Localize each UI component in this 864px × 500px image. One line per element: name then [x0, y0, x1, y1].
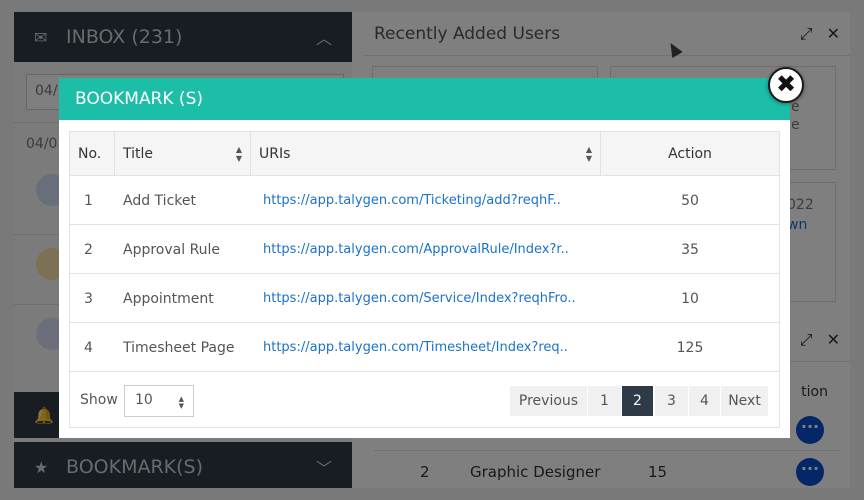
pagination-page-1[interactable]: 1: [588, 386, 622, 416]
column-header-uris[interactable]: URIs ▲ ▼: [251, 132, 601, 176]
row-title: Approval Rule: [123, 241, 221, 258]
row-action-count: 10: [681, 290, 699, 307]
row-number: 3: [84, 290, 93, 307]
column-header-title[interactable]: Title ▲ ▼: [115, 132, 251, 176]
page-size-select[interactable]: 10 ▲ ▼: [124, 385, 194, 417]
page-size-value: 10: [135, 392, 153, 408]
table-row: 1 Add Ticket https://app.talygen.com/Tic…: [70, 176, 779, 225]
pagination-previous-button[interactable]: Previous: [510, 386, 588, 416]
row-uri-link[interactable]: https://app.talygen.com/Ticketing/add?re…: [263, 176, 561, 225]
table-header: No. Title ▲ ▼ URIs ▲ ▼ Action: [70, 132, 779, 176]
column-header-label: URIs: [259, 146, 291, 162]
row-number: 1: [84, 192, 93, 209]
row-title: Timesheet Page: [123, 339, 235, 356]
column-header-action: Action: [601, 132, 779, 176]
row-uri-link[interactable]: https://app.talygen.com/Service/Index?re…: [263, 274, 576, 323]
row-action-count: 35: [681, 241, 699, 258]
row-uri-link[interactable]: https://app.talygen.com/ApprovalRule/Ind…: [263, 225, 569, 274]
select-arrows-icon: ▲ ▼: [178, 395, 184, 410]
modal-close-button[interactable]: ✖: [768, 67, 804, 103]
pagination-page-4[interactable]: 4: [689, 386, 721, 416]
bookmarks-modal: BOOKMARK (S) No. Title ▲ ▼ URIs ▲ ▼ Action…: [59, 78, 790, 438]
column-header-label: No.: [78, 146, 102, 162]
table-row: 4 Timesheet Page https://app.talygen.com…: [70, 323, 779, 372]
row-number: 4: [84, 339, 93, 356]
pagination-label: 2: [633, 393, 642, 409]
column-header-no[interactable]: No.: [70, 132, 115, 176]
row-title: Appointment: [123, 290, 214, 307]
pagination-page-2-active[interactable]: 2: [622, 386, 654, 416]
row-uri-link[interactable]: https://app.talygen.com/Timesheet/Index?…: [263, 323, 568, 372]
sort-icon[interactable]: ▲ ▼: [586, 145, 592, 163]
pagination-label: Previous: [518, 393, 579, 409]
table-row: 2 Approval Rule https://app.talygen.com/…: [70, 225, 779, 274]
row-action-count: 50: [681, 192, 699, 209]
table-footer: Show 10 ▲ ▼ Previous 1 2 3 4 Next: [70, 374, 779, 427]
column-header-label: Title: [123, 146, 154, 162]
table-row: 3 Appointment https://app.talygen.com/Se…: [70, 274, 779, 323]
pagination-label: Next: [728, 393, 761, 409]
pagination-label: 3: [667, 393, 676, 409]
row-title: Add Ticket: [123, 192, 196, 209]
pagination-next-button[interactable]: Next: [721, 386, 769, 416]
show-label: Show: [80, 392, 118, 408]
sort-icon[interactable]: ▲ ▼: [236, 145, 242, 163]
row-number: 2: [84, 241, 93, 258]
pagination-label: 1: [600, 393, 609, 409]
column-header-label: Action: [668, 146, 712, 162]
pagination-page-3[interactable]: 3: [655, 386, 689, 416]
pagination-label: 4: [700, 393, 709, 409]
bookmarks-table: No. Title ▲ ▼ URIs ▲ ▼ Action 1 Add Ticket…: [69, 131, 780, 428]
modal-title: BOOKMARK (S): [75, 89, 203, 109]
modal-header: BOOKMARK (S): [59, 78, 790, 120]
row-action-count: 125: [676, 339, 704, 356]
